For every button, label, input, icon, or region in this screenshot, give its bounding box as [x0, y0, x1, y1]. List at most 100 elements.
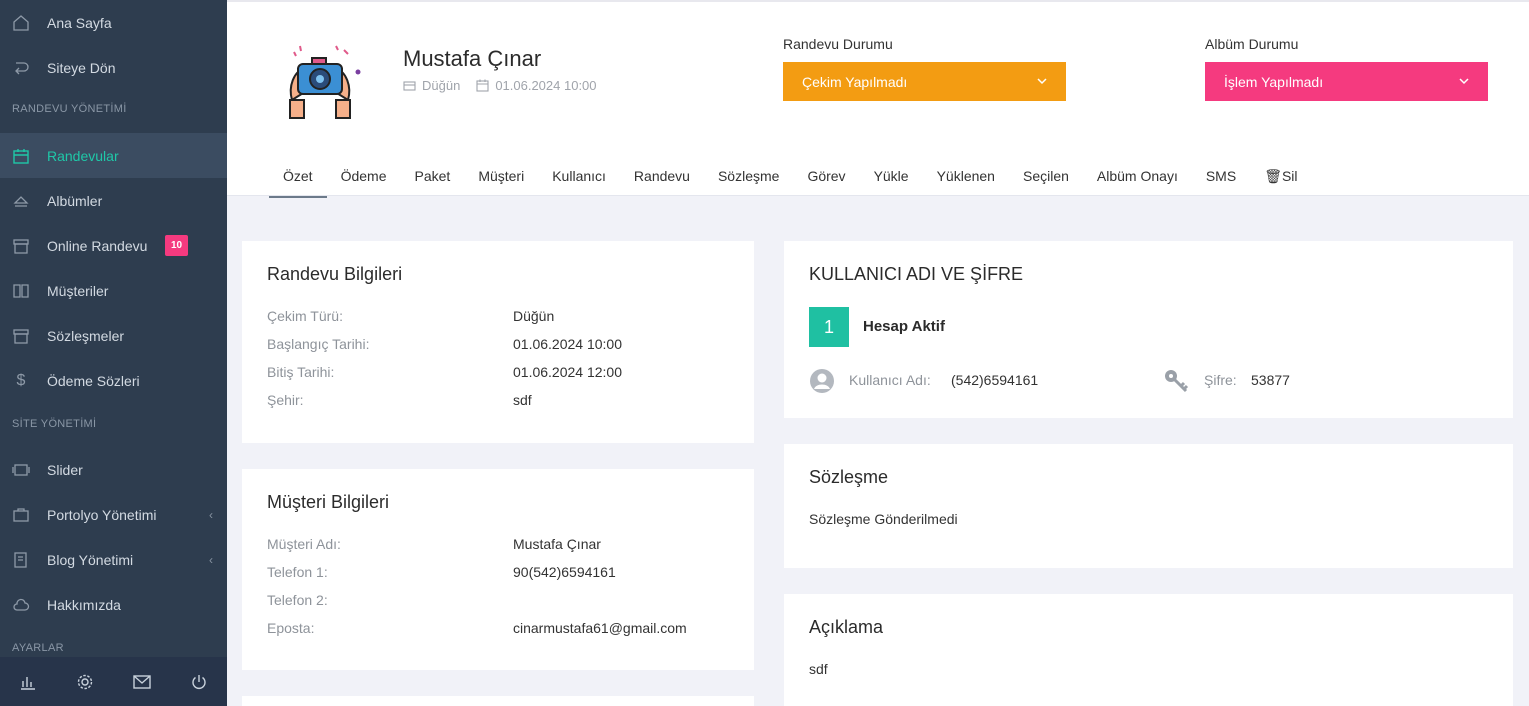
sidebar-item-musteriler[interactable]: Müşteriler [0, 268, 227, 313]
blog-icon [11, 550, 31, 570]
info-label: Eposta: [267, 620, 315, 636]
info-label: Telefon 1: [267, 564, 328, 580]
eject-icon [11, 191, 31, 211]
contract-status: Sözleşme Gönderilmedi [809, 511, 958, 527]
sidebar-item-portolyo[interactable]: Portolyo Yönetimi ‹ [0, 492, 227, 537]
sidebar-item-home[interactable]: Ana Sayfa [0, 0, 227, 45]
archive-icon [11, 326, 31, 346]
appointment-datetime: 01.06.2024 10:00 [495, 78, 597, 93]
online-randevu-badge: 10 [165, 235, 188, 256]
power-icon[interactable] [187, 670, 211, 694]
portfolio-icon [11, 505, 31, 525]
sidebar-item-hakkimizda[interactable]: Hakkımızda [0, 582, 227, 627]
tab-10[interactable]: Seçilen [1009, 162, 1083, 198]
photographer-avatar [274, 42, 366, 120]
info-value: 90(542)6594161 [513, 564, 616, 580]
tab-1[interactable]: Ödeme [327, 162, 401, 198]
info-value: sdf [513, 392, 532, 408]
sidebar-item-online-randevu[interactable]: Online Randevu 10 [0, 223, 227, 268]
gear-icon[interactable] [73, 670, 97, 694]
randevu-status-label: Randevu Durumu [783, 36, 893, 52]
tab-13[interactable]: 🗑Sil [1250, 162, 1311, 198]
tab-5[interactable]: Randevu [620, 162, 704, 198]
info-value: Düğün [513, 308, 555, 324]
appointment-header: Mustafa Çınar Düğün 01.06.2024 10:00 Ran… [227, 0, 1529, 198]
archive-icon [11, 236, 31, 256]
chevron-left-icon: ‹ [209, 552, 213, 567]
description-card: Açıklama sdf [784, 594, 1513, 706]
card-title: Müşteri Bilgileri [267, 492, 390, 512]
randevu-info-card: Randevu Bilgileri Çekim Türü: Düğün Başlan… [242, 241, 754, 443]
chevron-down-icon [1459, 78, 1469, 85]
appointment-type: Düğün [422, 78, 461, 93]
info-label: Telefon 2: [267, 592, 328, 608]
chevron-down-icon [1037, 78, 1047, 85]
card-title: Randevu Bilgileri [267, 264, 403, 284]
tab-3[interactable]: Müşteri [464, 162, 538, 198]
return-icon [11, 58, 31, 78]
folder-icon [403, 80, 416, 91]
account-card: KULLANICI ADI VE ŞİFRE 1 Hesap Aktif Kul… [784, 241, 1513, 418]
tab-9[interactable]: Yüklenen [923, 162, 1009, 198]
musteri-info-card: Müşteri Bilgileri Müşteri Adı: Mustafa Çı… [242, 469, 754, 670]
password-label: Şifre: [1204, 372, 1237, 388]
sidebar-item-slider[interactable]: Slider [0, 447, 227, 492]
info-label: Bitiş Tarihi: [267, 364, 335, 380]
calendar-icon [476, 79, 489, 92]
randevu-status-value: Çekim Yapılmadı [802, 73, 908, 90]
sidebar-item-return[interactable]: Siteye Dön [0, 45, 227, 90]
info-value: Mustafa Çınar [513, 536, 601, 552]
user-icon [810, 369, 834, 393]
slider-icon [11, 460, 31, 480]
dollar-icon: $ [16, 371, 26, 389]
account-status: Hesap Aktif [863, 318, 945, 335]
password-value: 53877 [1251, 372, 1290, 388]
info-label: Çekim Türü: [267, 308, 343, 324]
sidebar-item-odeme-sozleri[interactable]: $ Ödeme Sözleri [0, 358, 227, 403]
info-value: 01.06.2024 12:00 [513, 364, 622, 380]
sidebar-item-blog[interactable]: Blog Yönetimi ‹ [0, 537, 227, 582]
tab-8[interactable]: Yükle [860, 162, 923, 198]
card-title: KULLANICI ADI VE ŞİFRE [809, 264, 1024, 284]
album-status-select[interactable]: İşlem Yapılmadı [1205, 62, 1488, 101]
tab-4[interactable]: Kullanıcı [538, 162, 620, 198]
info-label: Şehir: [267, 392, 304, 408]
card-title: Sözleşme [809, 467, 889, 487]
sidebar: Ana Sayfa Siteye Dön RANDEVU YÖNETİMİ Ra… [0, 0, 227, 706]
tab-11[interactable]: Albüm Onayı [1083, 162, 1192, 198]
info-label: Başlangıç Tarihi: [267, 336, 370, 352]
contract-card: Sözleşme Sözleşme Gönderilmedi [784, 444, 1513, 568]
next-card [242, 696, 754, 706]
username-value: (542)6594161 [951, 372, 1039, 388]
card-title: Açıklama [809, 617, 884, 637]
info-value: 01.06.2024 10:00 [513, 336, 622, 352]
randevu-status-select[interactable]: Çekim Yapılmadı [783, 62, 1066, 101]
album-status-value: İşlem Yapılmadı [1224, 73, 1324, 90]
mail-icon[interactable] [130, 670, 154, 694]
tab-6[interactable]: Sözleşme [704, 162, 793, 198]
customer-name: Mustafa Çınar [403, 46, 542, 71]
section-ayarlar: AYARLAR [12, 642, 64, 654]
sidebar-item-albumler[interactable]: Albümler [0, 178, 227, 223]
key-icon [1165, 370, 1189, 393]
calendar-icon [11, 146, 31, 166]
tab-7[interactable]: Görev [793, 162, 859, 198]
chevron-left-icon: ‹ [209, 507, 213, 522]
description-text: sdf [809, 661, 828, 677]
section-randevu: RANDEVU YÖNETİMİ [12, 103, 127, 115]
tab-0[interactable]: Özet [269, 162, 327, 198]
home-icon [11, 13, 31, 33]
username-label: Kullanıcı Adı: [849, 372, 931, 388]
sidebar-item-sozlesmeler[interactable]: Sözleşmeler [0, 313, 227, 358]
tab-2[interactable]: Paket [401, 162, 465, 198]
sidebar-footer [0, 657, 227, 706]
section-site: SİTE YÖNETİMİ [12, 418, 97, 430]
sidebar-item-randevular[interactable]: Randevular [0, 133, 227, 178]
stats-icon[interactable] [16, 670, 40, 694]
cloud-icon [11, 595, 31, 615]
appointment-meta: Düğün 01.06.2024 10:00 [403, 78, 613, 93]
album-status-label: Albüm Durumu [1205, 36, 1299, 52]
tab-12[interactable]: SMS [1192, 162, 1250, 198]
book-icon [11, 281, 31, 301]
info-value: cinarmustafa61@gmail.com [513, 620, 687, 636]
